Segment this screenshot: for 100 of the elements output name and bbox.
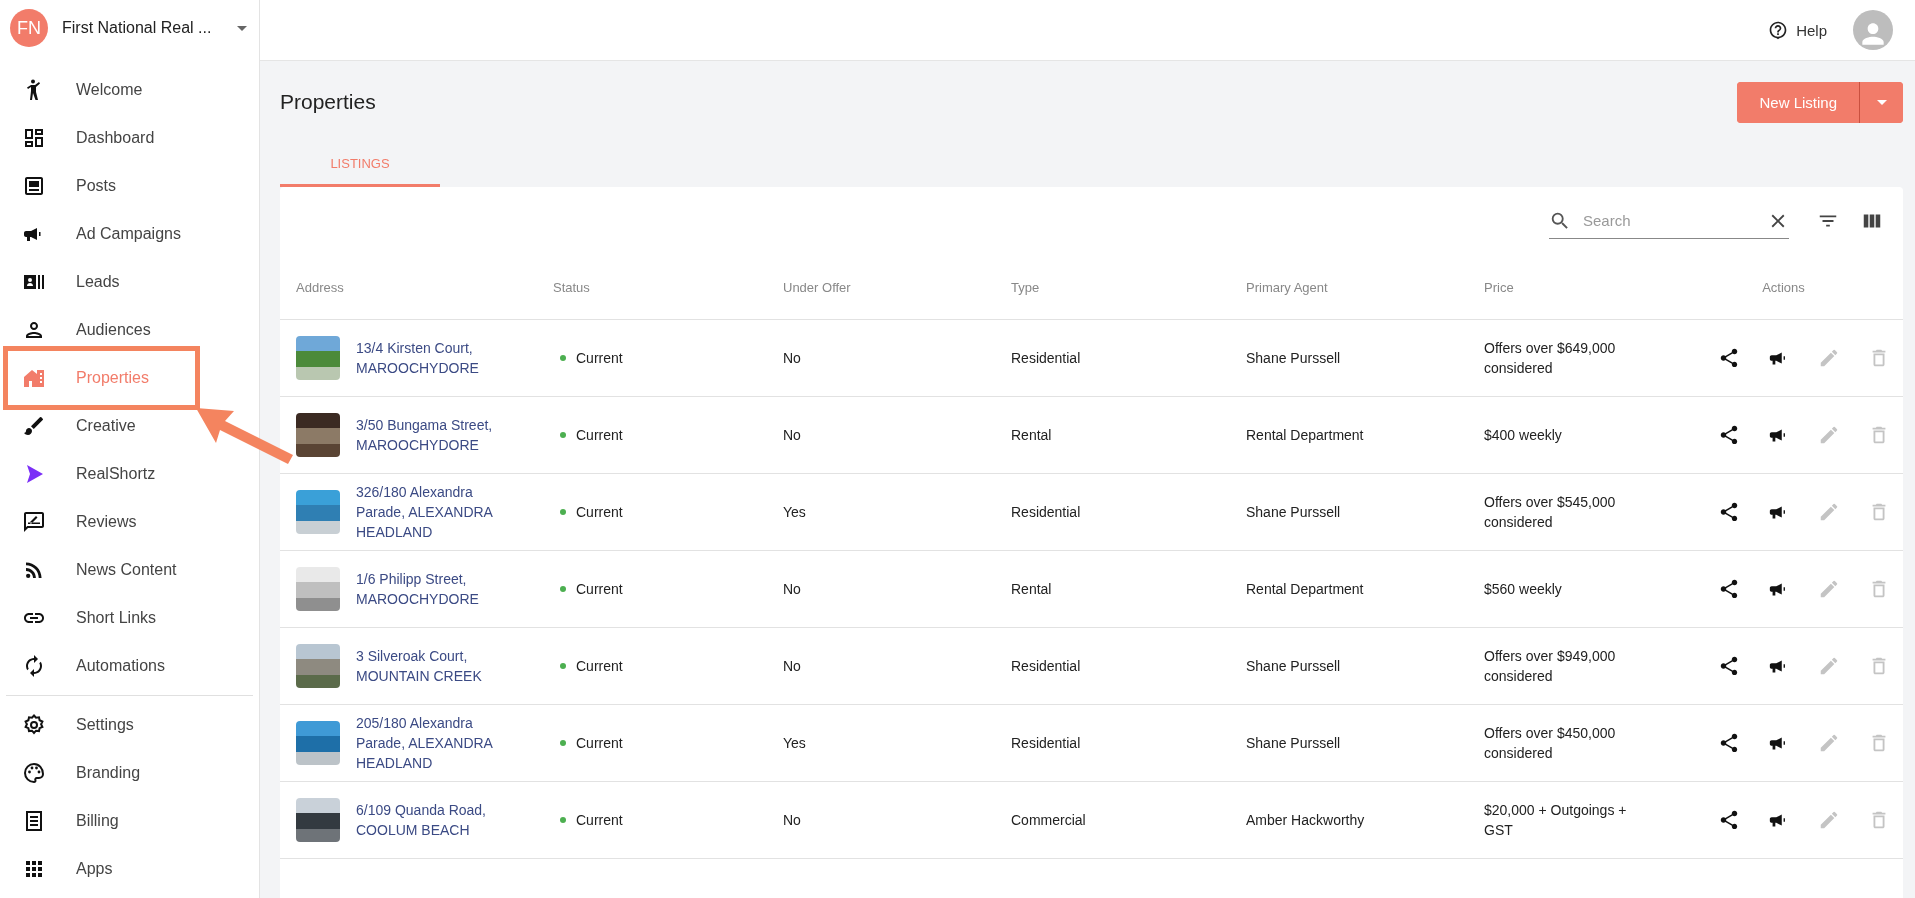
- column-header[interactable]: Status: [553, 279, 783, 295]
- price-cell-text: Offers over $545,000 considered: [1484, 493, 1617, 532]
- status-text: Current: [576, 735, 623, 751]
- settings-icon: [22, 713, 46, 737]
- status-dot: [560, 432, 566, 438]
- account-name[interactable]: First National Real ...: [62, 19, 212, 37]
- address-link[interactable]: 1/6 Philipp Street, MAROOCHYDORE: [356, 569, 496, 609]
- price-cell-text: $400 weekly: [1484, 426, 1563, 445]
- type-cell-text: Residential: [1011, 350, 1082, 366]
- status-dot: [560, 817, 566, 823]
- column-header[interactable]: Actions: [1704, 279, 1903, 295]
- column-header[interactable]: Primary Agent: [1246, 279, 1484, 295]
- edit-icon: [1818, 501, 1840, 523]
- sidebar-item[interactable]: Audiences: [0, 306, 190, 354]
- status-dot: [560, 355, 566, 361]
- status-dot: [560, 663, 566, 669]
- status-text: Current: [576, 427, 623, 443]
- sidebar-item[interactable]: Apps: [0, 845, 190, 893]
- sidebar-item[interactable]: News Content: [0, 546, 190, 594]
- edit-icon: [1818, 732, 1840, 754]
- agent-cell-text: Shane Purssell: [1246, 350, 1342, 366]
- column-header[interactable]: Type: [1011, 279, 1246, 295]
- sidebar-item[interactable]: Settings: [0, 701, 190, 749]
- price-cell-text: Offers over $649,000 considered: [1484, 339, 1617, 378]
- address-link[interactable]: 3 Silveroak Court, MOUNTAIN CREEK: [356, 646, 496, 686]
- review-icon: [22, 510, 46, 534]
- type-cell-text: Residential: [1011, 504, 1082, 520]
- sidebar-item[interactable]: Automations: [0, 642, 190, 690]
- address-link[interactable]: 6/109 Quanda Road, COOLUM BEACH: [356, 800, 496, 840]
- price-cell-text: Offers over $949,000 considered: [1484, 647, 1617, 686]
- dropdown-caret-icon[interactable]: [237, 25, 247, 31]
- property-photo: [296, 798, 340, 842]
- sidebar-item[interactable]: Ad Campaigns: [0, 210, 190, 258]
- page-title: Properties: [280, 90, 376, 114]
- edit-icon: [1818, 809, 1840, 831]
- sidebar-item[interactable]: Branding: [0, 749, 190, 797]
- column-header[interactable]: Price: [1484, 279, 1704, 295]
- brush-icon: [22, 414, 46, 438]
- edit-icon: [1818, 655, 1840, 677]
- type-cell-text: Rental: [1011, 581, 1053, 597]
- agent-cell-text: Shane Purssell: [1246, 658, 1342, 674]
- price-cell-text: $560 weekly: [1484, 580, 1563, 599]
- sidebar-item[interactable]: Dashboard: [0, 114, 190, 162]
- type-cell-text: Commercial: [1011, 812, 1087, 828]
- search-input[interactable]: Search: [1581, 211, 1757, 230]
- under-offer-cell-text: No: [783, 812, 802, 828]
- property-photo: [296, 336, 340, 380]
- edit-icon: [1818, 424, 1840, 446]
- agent-cell-text: Rental Department: [1246, 581, 1365, 597]
- property-photo: [296, 413, 340, 457]
- article-icon: [22, 174, 46, 198]
- palette-icon: [22, 761, 46, 785]
- share-icon: [1718, 424, 1740, 446]
- status-text: Current: [576, 812, 623, 828]
- sidebar-item[interactable]: Leads: [0, 258, 190, 306]
- sidebar-item[interactable]: RealShortz: [0, 450, 190, 498]
- share-icon: [1718, 501, 1740, 523]
- under-offer-cell-text: Yes: [783, 735, 807, 751]
- property-photo: [296, 721, 340, 765]
- status-dot: [560, 586, 566, 592]
- status-text: Current: [576, 350, 623, 366]
- under-offer-cell-text: No: [783, 350, 802, 366]
- address-link[interactable]: 205/180 Alexandra Parade, ALEXANDRA HEADLAND: [356, 713, 496, 773]
- help-link[interactable]: Help: [1768, 20, 1827, 40]
- help-icon: [1768, 20, 1789, 40]
- column-header[interactable]: Address: [296, 279, 553, 295]
- share-icon: [1718, 347, 1740, 369]
- type-cell-text: Residential: [1011, 735, 1082, 751]
- agent-cell-text: Shane Purssell: [1246, 735, 1342, 751]
- price-cell-text: Offers over $450,000 considered: [1484, 724, 1617, 763]
- under-offer-cell-text: No: [783, 427, 802, 443]
- type-cell-text: Rental: [1011, 427, 1053, 443]
- column-header[interactable]: Under Offer: [783, 279, 1011, 295]
- property-photo: [296, 490, 340, 534]
- address-link[interactable]: 326/180 Alexandra Parade, ALEXANDRA HEADLAND: [356, 482, 496, 542]
- share-icon: [1718, 655, 1740, 677]
- dropdown-button[interactable]: [1859, 81, 1903, 123]
- agent-cell-text: Amber Hackworthy: [1246, 812, 1366, 828]
- agent-cell-text: Rental Department: [1246, 427, 1365, 443]
- under-offer-cell-text: No: [783, 658, 802, 674]
- property-photo: [296, 567, 340, 611]
- agent-cell-text: Shane Purssell: [1246, 504, 1342, 520]
- edit-icon: [1818, 578, 1840, 600]
- status-text: Current: [576, 581, 623, 597]
- dashboard-icon: [22, 126, 46, 150]
- price-cell-text: $20,000 + Outgoings + GST: [1484, 801, 1628, 840]
- address-link[interactable]: 3/50 Bungama Street, MAROOCHYDORE: [356, 415, 496, 455]
- share-icon: [1718, 809, 1740, 831]
- sidebar-item[interactable]: Billing: [0, 797, 190, 845]
- under-offer-cell-text: Yes: [783, 504, 807, 520]
- sidebar-item[interactable]: Welcome: [0, 66, 190, 114]
- sidebar-item[interactable]: Reviews: [0, 498, 190, 546]
- status-text: Current: [576, 504, 623, 520]
- sidebar-item[interactable]: Short Links: [0, 594, 190, 642]
- status-dot: [560, 509, 566, 515]
- address-link[interactable]: 13/4 Kirsten Court, MAROOCHYDORE: [356, 338, 496, 378]
- search-field[interactable]: Search: [1549, 203, 1789, 239]
- share-icon: [1718, 578, 1740, 600]
- sidebar-item[interactable]: Posts: [0, 162, 190, 210]
- sidebar-item[interactable]: Creative: [0, 402, 190, 450]
